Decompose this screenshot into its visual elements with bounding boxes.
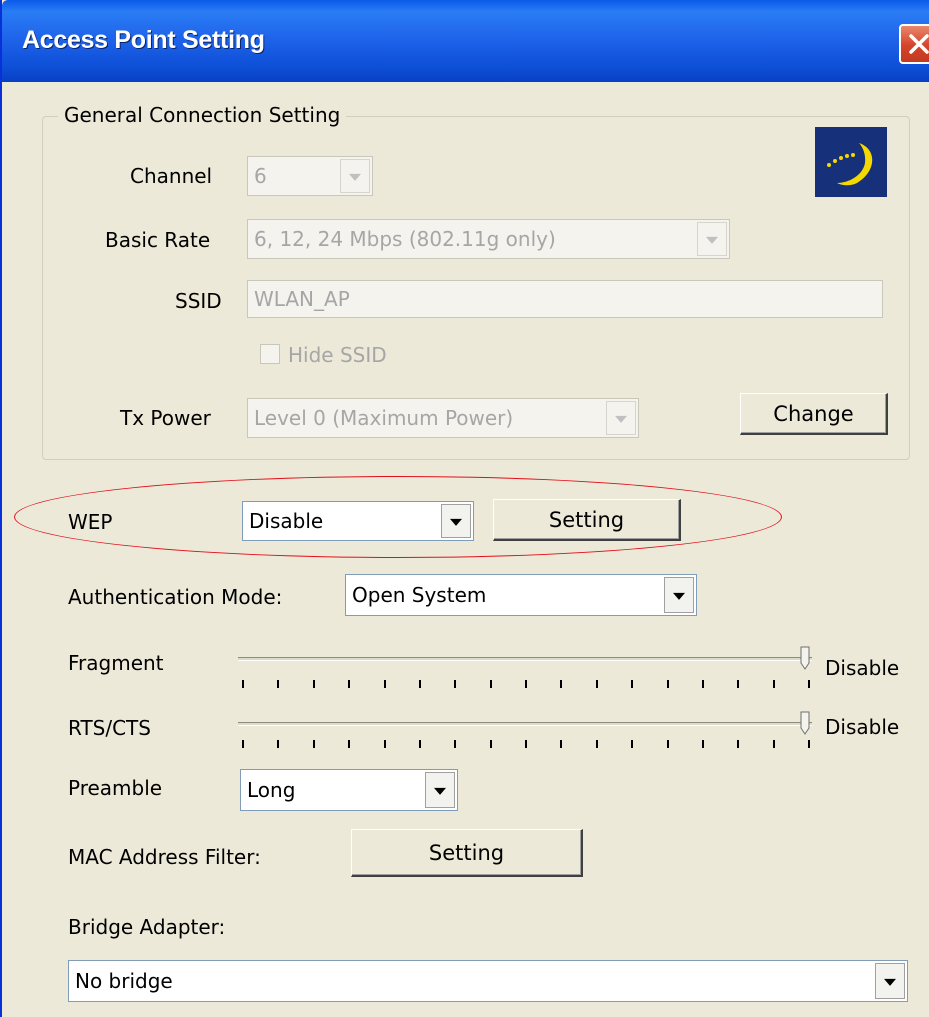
slider-tick bbox=[348, 740, 350, 748]
rts-cts-slider-ticks bbox=[242, 740, 812, 752]
bridge-adapter-select[interactable]: No bridge bbox=[68, 960, 908, 1002]
basic-rate-value: 6, 12, 24 Mbps (802.11g only) bbox=[254, 227, 556, 251]
slider-tick bbox=[631, 680, 633, 688]
ssid-label: SSID bbox=[175, 289, 222, 313]
fragment-label: Fragment bbox=[68, 651, 164, 675]
ssid-value: WLAN_AP bbox=[254, 287, 350, 311]
chevron-down-icon bbox=[441, 504, 471, 538]
tx-power-select[interactable]: Level 0 (Maximum Power) bbox=[247, 398, 639, 438]
channel-value: 6 bbox=[254, 164, 267, 188]
slider-tick bbox=[631, 740, 633, 748]
slider-tick bbox=[773, 680, 775, 688]
rts-cts-slider-track[interactable] bbox=[238, 722, 812, 726]
fragment-slider-ticks bbox=[242, 680, 812, 692]
authentication-mode-label: Authentication Mode: bbox=[68, 585, 283, 609]
slider-tick bbox=[596, 680, 598, 688]
slider-tick bbox=[525, 680, 527, 688]
wep-value: Disable bbox=[249, 509, 324, 533]
slider-tick bbox=[737, 740, 739, 748]
rts-cts-label: RTS/CTS bbox=[68, 716, 151, 740]
slider-tick bbox=[384, 740, 386, 748]
ssid-input[interactable]: WLAN_AP bbox=[247, 280, 883, 318]
wep-setting-button[interactable]: Setting bbox=[493, 499, 681, 541]
slider-tick bbox=[525, 740, 527, 748]
slider-tick bbox=[454, 680, 456, 688]
change-button-label: Change bbox=[773, 401, 854, 426]
chevron-down-icon bbox=[425, 772, 455, 808]
slider-tick bbox=[737, 680, 739, 688]
close-icon bbox=[909, 34, 929, 54]
rts-cts-value-label: Disable bbox=[825, 715, 900, 739]
slider-tick bbox=[702, 740, 704, 748]
hide-ssid-label: Hide SSID bbox=[288, 343, 387, 367]
slider-tick bbox=[242, 740, 244, 748]
change-button[interactable]: Change bbox=[740, 393, 888, 435]
slider-tick bbox=[560, 740, 562, 748]
wep-setting-button-label: Setting bbox=[548, 507, 625, 532]
slider-tick bbox=[596, 740, 598, 748]
preamble-select[interactable]: Long bbox=[240, 769, 458, 811]
preamble-value: Long bbox=[247, 778, 296, 802]
chevron-down-icon bbox=[697, 222, 727, 256]
slider-tick bbox=[348, 680, 350, 688]
access-point-setting-dialog: Access Point Setting General Connection … bbox=[0, 0, 929, 1017]
slider-tick bbox=[419, 680, 421, 688]
slider-tick bbox=[702, 680, 704, 688]
window-title: Access Point Setting bbox=[22, 26, 265, 54]
tx-power-label: Tx Power bbox=[120, 406, 211, 430]
slider-tick bbox=[313, 680, 315, 688]
slider-tick bbox=[490, 740, 492, 748]
preamble-label: Preamble bbox=[68, 776, 163, 800]
slider-tick bbox=[490, 680, 492, 688]
bridge-adapter-label: Bridge Adapter: bbox=[68, 915, 226, 939]
fragment-slider-thumb[interactable] bbox=[799, 646, 811, 670]
basic-rate-select[interactable]: 6, 12, 24 Mbps (802.11g only) bbox=[247, 219, 730, 259]
wep-select[interactable]: Disable bbox=[242, 501, 474, 541]
fragment-value-label: Disable bbox=[825, 656, 900, 680]
slider-tick bbox=[667, 680, 669, 688]
slider-tick bbox=[773, 740, 775, 748]
title-bar[interactable]: Access Point Setting bbox=[2, 0, 929, 82]
slider-tick bbox=[277, 680, 279, 688]
wireless-logo-icon bbox=[815, 127, 887, 197]
chevron-down-icon bbox=[875, 963, 905, 999]
mac-filter-setting-button[interactable]: Setting bbox=[351, 829, 583, 877]
group-title: General Connection Setting bbox=[58, 103, 347, 127]
slider-tick bbox=[808, 740, 810, 748]
channel-select[interactable]: 6 bbox=[247, 156, 373, 196]
mac-address-filter-label: MAC Address Filter: bbox=[68, 845, 261, 869]
slider-tick bbox=[277, 740, 279, 748]
wep-label: WEP bbox=[68, 510, 113, 534]
chevron-down-icon bbox=[606, 401, 636, 435]
hide-ssid-checkbox[interactable] bbox=[260, 344, 280, 364]
bridge-adapter-value: No bridge bbox=[75, 969, 173, 993]
slider-tick bbox=[454, 740, 456, 748]
slider-tick bbox=[667, 740, 669, 748]
slider-tick bbox=[313, 740, 315, 748]
basic-rate-label: Basic Rate bbox=[105, 228, 211, 252]
slider-tick bbox=[242, 680, 244, 688]
rts-cts-slider-thumb[interactable] bbox=[799, 711, 811, 735]
slider-tick bbox=[560, 680, 562, 688]
tx-power-value: Level 0 (Maximum Power) bbox=[254, 406, 514, 430]
channel-label: Channel bbox=[130, 164, 213, 188]
authentication-mode-select[interactable]: Open System bbox=[345, 574, 697, 616]
chevron-down-icon bbox=[340, 159, 370, 193]
fragment-slider-track[interactable] bbox=[238, 657, 812, 661]
slider-tick bbox=[384, 680, 386, 688]
mac-filter-setting-button-label: Setting bbox=[428, 840, 505, 865]
chevron-down-icon bbox=[664, 577, 694, 613]
slider-tick bbox=[419, 740, 421, 748]
slider-tick bbox=[808, 680, 810, 688]
close-button[interactable] bbox=[899, 24, 929, 64]
authentication-mode-value: Open System bbox=[352, 583, 487, 607]
